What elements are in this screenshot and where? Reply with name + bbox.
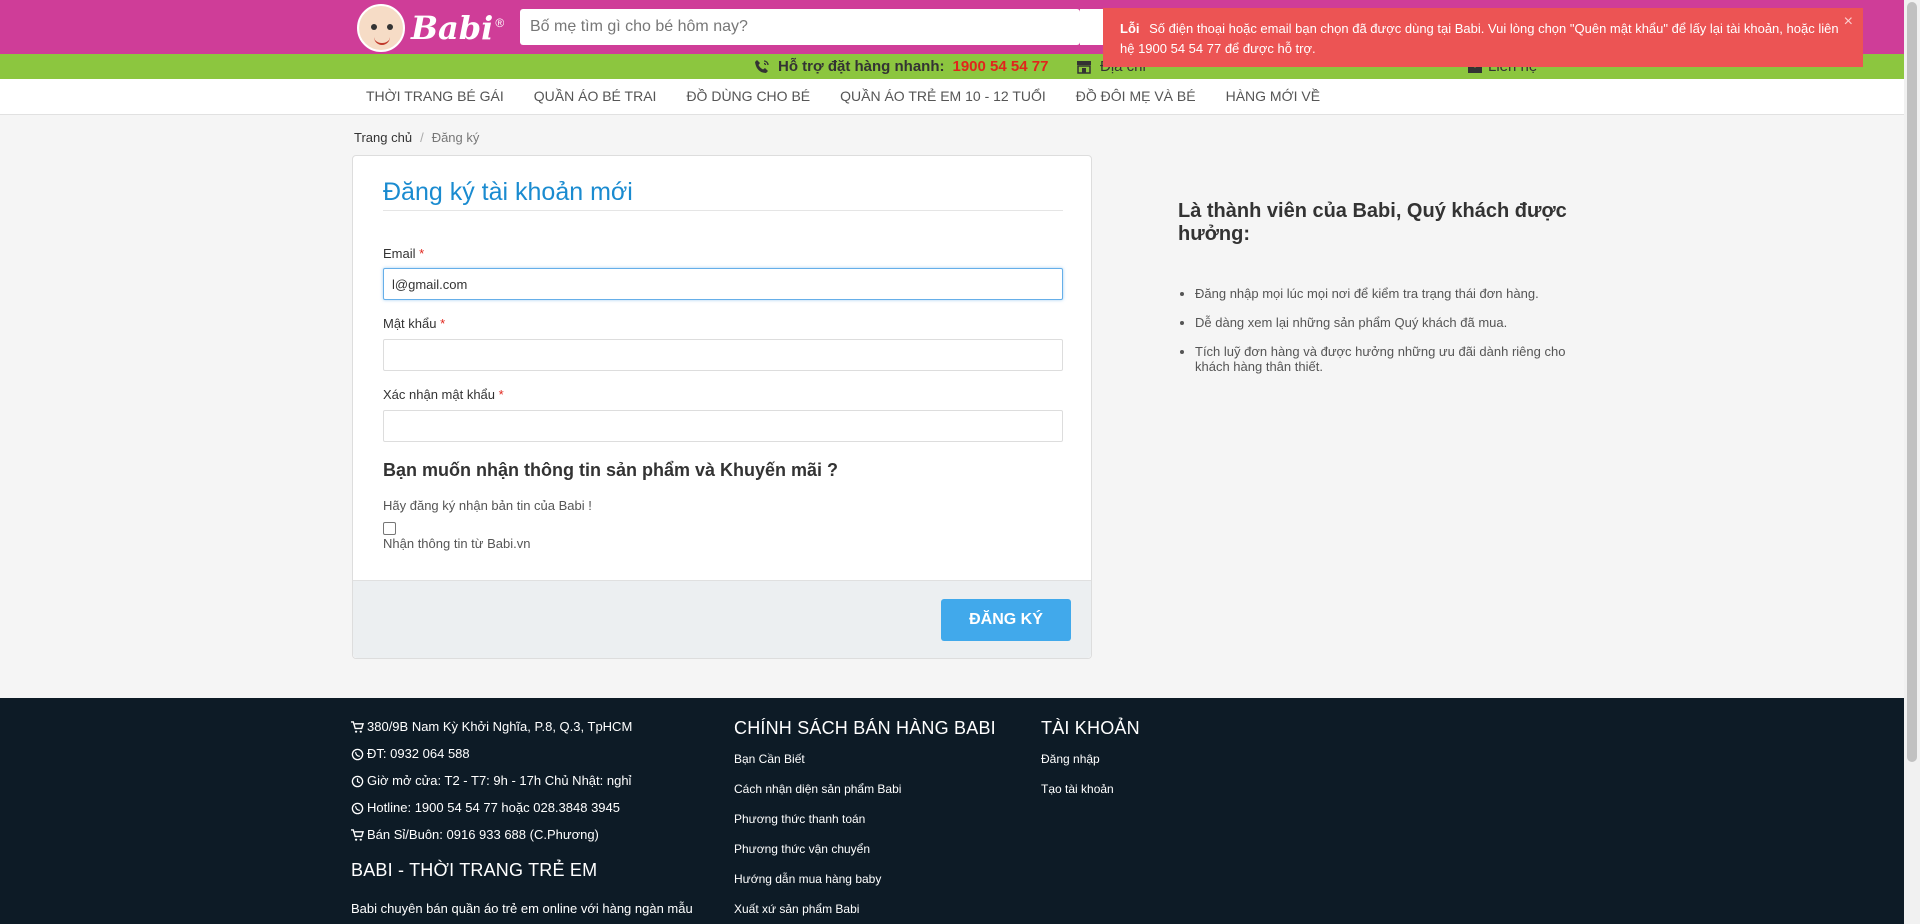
whatsapp-icon: [351, 802, 364, 814]
phone-icon: [755, 59, 769, 73]
confirm-password-field[interactable]: [383, 410, 1063, 442]
footer-policy-link[interactable]: Phương thức thanh toán: [734, 811, 996, 827]
nav-item-baby-gear[interactable]: ĐỒ DÙNG CHO BÉ: [671, 79, 825, 113]
hotline-label: Hỗ trợ đặt hàng nhanh:: [778, 58, 945, 75]
close-icon[interactable]: ×: [1844, 12, 1853, 32]
whatsapp-icon: [351, 748, 364, 760]
alert-title: Lỗi: [1120, 21, 1140, 36]
benefit-item: Tích luỹ đơn hàng và được hưởng những ưu…: [1195, 344, 1568, 374]
register-form-panel: Đăng ký tài khoản mới Email * Mật khẩu *…: [352, 155, 1092, 659]
footer-contact-line: 380/9B Nam Kỳ Khởi Nghĩa, P.8, Q.3, TpHC…: [351, 718, 693, 736]
footer-policy-link[interactable]: Xuất xứ sản phẩm Babi: [734, 901, 996, 917]
footer-brand-heading: BABI - THỜI TRANG TRẺ EM: [351, 860, 598, 880]
footer-policy-column: CHÍNH SÁCH BÁN HÀNG BABI Bạn Cần Biết Cá…: [734, 718, 996, 924]
cart-icon: [351, 720, 364, 733]
breadcrumb: Trang chủ / Đăng ký: [354, 130, 479, 145]
logo-text: Babi: [411, 9, 494, 47]
confirm-password-label: Xác nhận mật khẩu *: [383, 387, 504, 402]
password-label: Mật khẩu *: [383, 316, 446, 331]
newsletter-hint: Hãy đăng ký nhận bản tin của Babi !: [383, 498, 592, 513]
member-benefits: Là thành viên của Babi, Quý khách được h…: [1178, 200, 1568, 388]
email-label: Email *: [383, 246, 425, 261]
footer-create-account-link[interactable]: Tạo tài khoản: [1041, 781, 1140, 797]
scrollbar-thumb[interactable]: [1907, 2, 1917, 762]
footer-login-link[interactable]: Đăng nhập: [1041, 751, 1140, 767]
benefit-item: Dễ dàng xem lại những sản phẩm Quý khách…: [1195, 315, 1568, 330]
alert-message: Số điện thoại hoặc email bạn chọn đã đượ…: [1120, 21, 1839, 56]
breadcrumb-separator: /: [420, 130, 424, 145]
email-field[interactable]: [383, 268, 1063, 300]
breadcrumb-home[interactable]: Trang chủ: [354, 130, 412, 145]
footer-account-heading: TÀI KHOẢN: [1041, 718, 1140, 738]
site-footer: 380/9B Nam Kỳ Khởi Nghĩa, P.8, Q.3, TpHC…: [0, 698, 1904, 924]
nav-item-new-arrivals[interactable]: HÀNG MỚI VỀ: [1211, 79, 1335, 113]
footer-policy-link[interactable]: Hướng dẫn mua hàng baby: [734, 871, 996, 887]
benefits-heading: Là thành viên của Babi, Quý khách được h…: [1178, 200, 1567, 245]
required-mark: *: [440, 316, 446, 331]
page-title: Đăng ký tài khoản mới: [383, 178, 633, 206]
footer-policy-link[interactable]: Bạn Cần Biết: [734, 751, 996, 767]
footer-account-column: TÀI KHOẢN Đăng nhập Tạo tài khoản: [1041, 718, 1140, 811]
register-button[interactable]: ĐĂNG KÝ: [941, 599, 1071, 641]
footer-contact-column: 380/9B Nam Kỳ Khởi Nghĩa, P.8, Q.3, TpHC…: [351, 718, 693, 916]
cart-icon: [351, 828, 364, 841]
footer-contact-line: Hotline: 1900 54 54 77 hoặc 028.3848 394…: [351, 799, 693, 817]
hotline-number[interactable]: 1900 54 54 77: [952, 58, 1048, 75]
required-mark: *: [419, 246, 425, 261]
title-divider: [383, 210, 1063, 211]
main-nav: THỜI TRANG BÉ GÁI QUẦN ÁO BÉ TRAI ĐỒ DÙN…: [0, 79, 1904, 115]
form-footer: ĐĂNG KÝ: [353, 580, 1091, 658]
page-scrollbar[interactable]: [1904, 0, 1920, 924]
error-alert: Lỗi Số điện thoại hoặc email bạn chọn đã…: [1103, 8, 1863, 67]
newsletter-heading: Bạn muốn nhận thông tin sản phẩm và Khuy…: [383, 460, 839, 480]
newsletter-checkbox[interactable]: [383, 522, 396, 535]
benefit-item: Đăng nhập mọi lúc mọi nơi để kiểm tra tr…: [1195, 286, 1568, 301]
footer-contact-line: Giờ mở cửa: T2 - T7: 9h - 17h Chủ Nhật: …: [351, 772, 693, 790]
newsletter-checkbox-label[interactable]: Nhận thông tin từ Babi.vn: [383, 536, 530, 551]
baby-face-logo-icon: [357, 4, 405, 52]
nav-item-kids-10-12[interactable]: QUẦN ÁO TRẺ EM 10 - 12 TUỔI: [825, 79, 1061, 113]
nav-item-boys-clothes[interactable]: QUẦN ÁO BÉ TRAI: [519, 79, 672, 113]
footer-policy-heading: CHÍNH SÁCH BÁN HÀNG BABI: [734, 718, 996, 738]
store-icon: [1077, 60, 1091, 74]
footer-brand-description: Babi chuyên bán quần áo trẻ em online vớ…: [351, 901, 693, 916]
hotline-info: Hỗ trợ đặt hàng nhanh: 1900 54 54 77: [754, 58, 1048, 75]
footer-contact-line: Bán Sỉ/Buôn: 0916 933 688 (C.Phương): [351, 826, 693, 844]
breadcrumb-current: Đăng ký: [431, 130, 480, 145]
footer-policy-link[interactable]: Cách nhận diện sản phẩm Babi: [734, 781, 996, 797]
nav-item-girls-fashion[interactable]: THỜI TRANG BÉ GÁI: [351, 79, 519, 113]
password-field[interactable]: [383, 339, 1063, 371]
nav-item-mom-and-baby[interactable]: ĐỒ ĐÔI MẸ VÀ BÉ: [1061, 79, 1211, 113]
footer-policy-link[interactable]: Phương thức vận chuyển: [734, 841, 996, 857]
required-mark: *: [498, 387, 504, 402]
babi-logo[interactable]: Babi ®: [357, 4, 504, 52]
search-input[interactable]: [520, 9, 1080, 45]
footer-contact-line: ĐT: 0932 064 588: [351, 745, 693, 763]
logo-registered-mark: ®: [495, 16, 505, 30]
clock-icon: [351, 775, 364, 787]
